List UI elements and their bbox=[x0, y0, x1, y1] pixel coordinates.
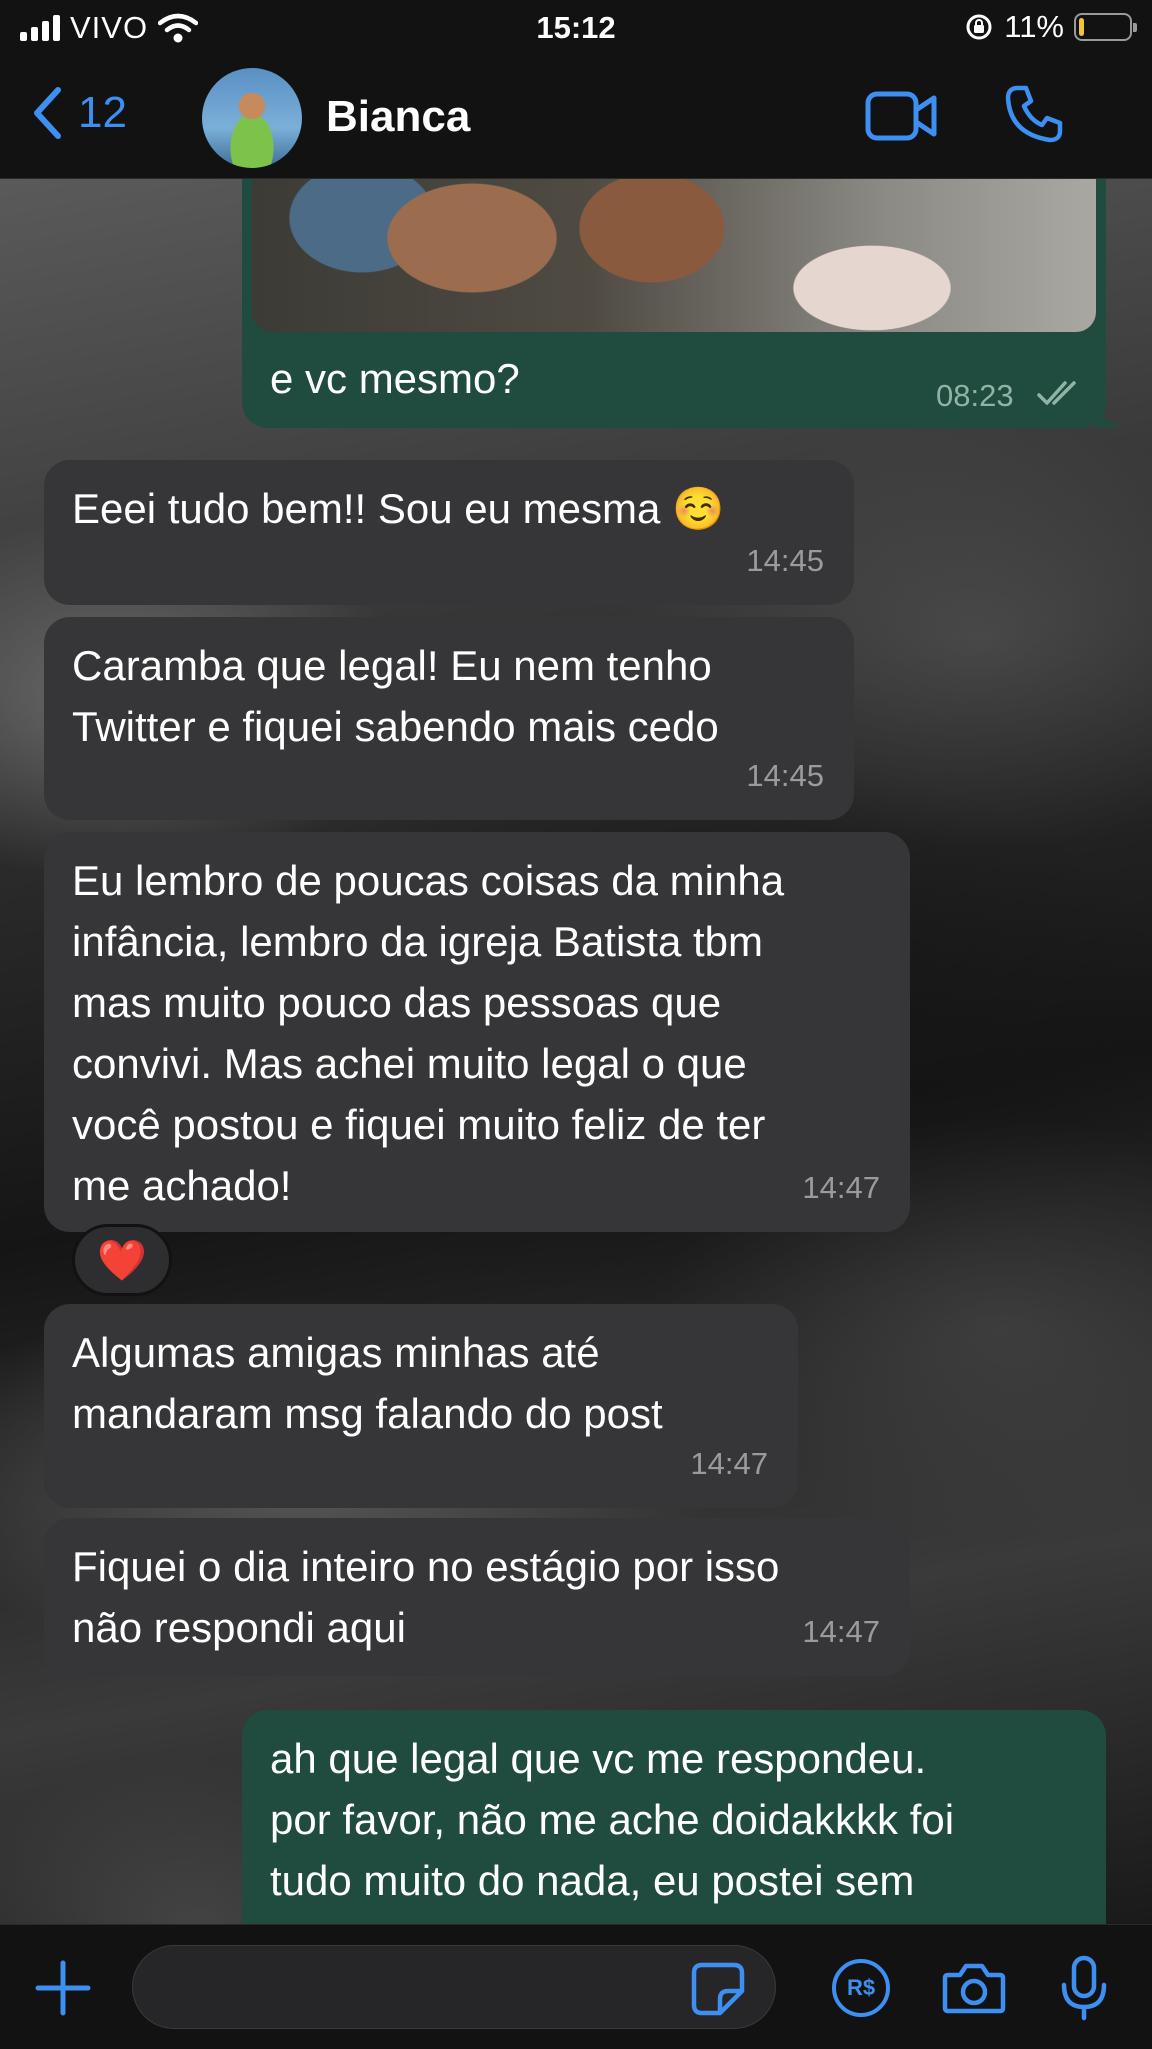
payment-button[interactable]: R$ bbox=[832, 1959, 890, 2017]
message-line: Eu lembro de poucas coisas da minha bbox=[72, 857, 785, 904]
message-incoming[interactable]: Caramba que legal! Eu nem tenho Twitter … bbox=[44, 617, 854, 820]
message-line: me achado! bbox=[72, 1162, 292, 1209]
message-time: 14:47 bbox=[690, 1446, 768, 1481]
plus-icon[interactable] bbox=[34, 1959, 92, 2017]
message-text: e vc mesmo? bbox=[270, 355, 520, 402]
battery-icon bbox=[1074, 13, 1137, 41]
video-call-icon[interactable] bbox=[864, 88, 938, 144]
bubble-tail bbox=[26, 1646, 56, 1676]
message-line: mas muito pouco das pessoas que bbox=[72, 979, 722, 1026]
rotation-lock-icon bbox=[966, 14, 992, 40]
contact-name[interactable]: Bianca bbox=[326, 92, 470, 142]
message-time: 08:23 bbox=[936, 378, 1014, 413]
payment-label: R$ bbox=[846, 1975, 876, 2000]
message-time: 14:45 bbox=[746, 543, 824, 578]
message-line: Caramba que legal! Eu nem tenho bbox=[72, 642, 712, 689]
message-time: 14:47 bbox=[802, 1614, 880, 1649]
message-line: mandaram msg falando do post bbox=[72, 1390, 663, 1437]
message-incoming[interactable]: Eu lembro de poucas coisas da minha infâ… bbox=[44, 832, 910, 1232]
message-input[interactable] bbox=[132, 1945, 776, 2029]
message-time: 14:45 bbox=[746, 758, 824, 793]
message-line: tudo muito do nada, eu postei sem bbox=[270, 1857, 915, 1904]
phone-icon[interactable] bbox=[1004, 84, 1064, 144]
shared-photo[interactable] bbox=[252, 178, 1096, 332]
message-line: Twitter e fiquei sabendo mais cedo bbox=[72, 703, 719, 750]
status-bar: VIVO 15:12 11% bbox=[0, 0, 1152, 58]
heart-reaction[interactable]: ❤️ bbox=[72, 1224, 172, 1296]
microphone-icon[interactable] bbox=[1060, 1955, 1108, 2021]
avatar[interactable] bbox=[202, 68, 302, 168]
camera-icon[interactable] bbox=[942, 1961, 1006, 2015]
message-incoming[interactable]: Algumas amigas minhas até mandaram msg f… bbox=[44, 1304, 798, 1508]
message-line: Eeei tudo bem!! Sou eu mesma ☺️ bbox=[72, 485, 725, 532]
message-line: ah que legal que vc me respondeu. bbox=[270, 1735, 927, 1782]
message-incoming[interactable]: Fiquei o dia inteiro no estágio por isso… bbox=[44, 1518, 910, 1676]
battery-percent: 11% bbox=[1004, 9, 1064, 44]
back-button[interactable]: 12 bbox=[32, 86, 127, 140]
message-line: não respondi aqui bbox=[72, 1604, 406, 1651]
message-line: infância, lembro da igreja Batista tbm bbox=[72, 918, 764, 965]
message-line: Fiquei o dia inteiro no estágio por isso bbox=[72, 1543, 780, 1590]
input-bar: R$ bbox=[0, 1924, 1152, 2049]
message-incoming[interactable]: Eeei tudo bem!! Sou eu mesma ☺️ 14:45 bbox=[44, 460, 854, 605]
unread-count: 12 bbox=[78, 88, 127, 137]
message-line: convivi. Mas achei muito legal o que bbox=[72, 1040, 747, 1087]
read-receipt-icon bbox=[1037, 381, 1076, 405]
bubble-tail bbox=[1096, 398, 1126, 428]
sticker-icon[interactable] bbox=[690, 1961, 746, 2017]
chat-header: 12 Bianca bbox=[0, 58, 1152, 179]
message-line: por favor, não me ache doidakkkk foi bbox=[270, 1796, 955, 1843]
message-time: 14:47 bbox=[802, 1170, 880, 1205]
message-line: você postou e fiquei muito feliz de ter bbox=[72, 1101, 766, 1148]
chevron-left-icon bbox=[34, 87, 61, 139]
message-line: Algumas amigas minhas até bbox=[72, 1329, 600, 1376]
